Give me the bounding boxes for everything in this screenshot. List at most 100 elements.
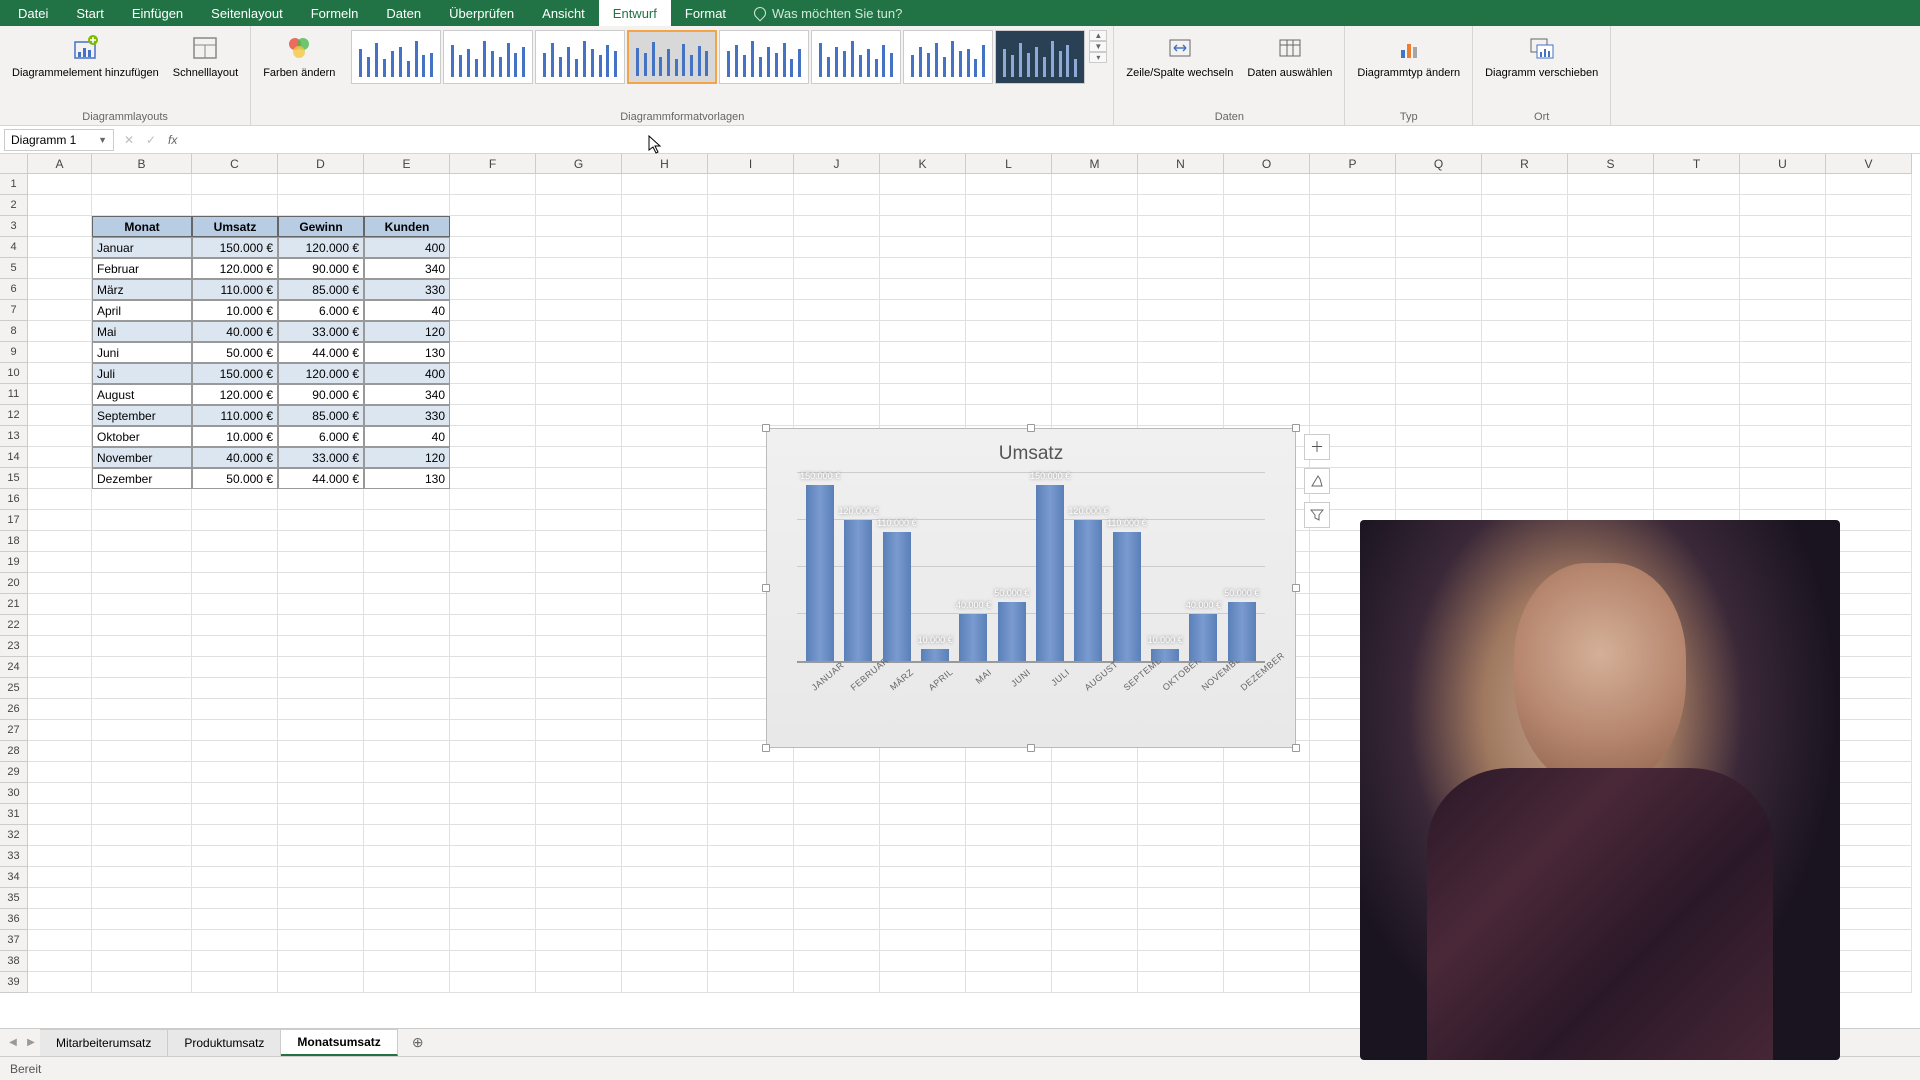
cell-M6[interactable]	[1052, 279, 1138, 300]
cell-D13[interactable]: 6.000 €	[278, 426, 364, 447]
cell-D12[interactable]: 85.000 €	[278, 405, 364, 426]
cell-H28[interactable]	[622, 741, 708, 762]
cell-J8[interactable]	[794, 321, 880, 342]
cell-C23[interactable]	[192, 636, 278, 657]
row-header-8[interactable]: 8	[0, 321, 28, 342]
cell-C3[interactable]: Umsatz	[192, 216, 278, 237]
cell-S5[interactable]	[1568, 258, 1654, 279]
cell-G35[interactable]	[536, 888, 622, 909]
chart-plot-area[interactable]: 150.000 €120.000 €110.000 €10.000 €40.00…	[797, 473, 1265, 663]
cell-F21[interactable]	[450, 594, 536, 615]
row-header-17[interactable]: 17	[0, 510, 28, 531]
cell-C2[interactable]	[192, 195, 278, 216]
cell-G26[interactable]	[536, 699, 622, 720]
cell-I7[interactable]	[708, 300, 794, 321]
cell-B26[interactable]	[92, 699, 192, 720]
cell-A18[interactable]	[28, 531, 92, 552]
cell-H30[interactable]	[622, 783, 708, 804]
cell-N1[interactable]	[1138, 174, 1224, 195]
cell-C30[interactable]	[192, 783, 278, 804]
cell-K9[interactable]	[880, 342, 966, 363]
cell-I6[interactable]	[708, 279, 794, 300]
cell-G33[interactable]	[536, 846, 622, 867]
style-scroll-down[interactable]: ▼	[1089, 41, 1107, 52]
sheet-tab-monatsumsatz[interactable]: Monatsumsatz	[281, 1029, 397, 1056]
cell-T15[interactable]	[1654, 468, 1740, 489]
cell-B32[interactable]	[92, 825, 192, 846]
cell-D17[interactable]	[278, 510, 364, 531]
cell-A14[interactable]	[28, 447, 92, 468]
cell-D23[interactable]	[278, 636, 364, 657]
column-header-C[interactable]: C	[192, 154, 278, 174]
cell-H13[interactable]	[622, 426, 708, 447]
cell-K32[interactable]	[880, 825, 966, 846]
cell-K33[interactable]	[880, 846, 966, 867]
cell-C22[interactable]	[192, 615, 278, 636]
cell-H33[interactable]	[622, 846, 708, 867]
cell-A26[interactable]	[28, 699, 92, 720]
row-header-6[interactable]: 6	[0, 279, 28, 300]
cell-N9[interactable]	[1138, 342, 1224, 363]
chart-bar[interactable]: 120.000 €	[1074, 520, 1102, 661]
cell-H8[interactable]	[622, 321, 708, 342]
cell-D27[interactable]	[278, 720, 364, 741]
cell-T3[interactable]	[1654, 216, 1740, 237]
cell-K34[interactable]	[880, 867, 966, 888]
cell-L36[interactable]	[966, 909, 1052, 930]
cell-G39[interactable]	[536, 972, 622, 993]
cell-L4[interactable]	[966, 237, 1052, 258]
cell-J11[interactable]	[794, 384, 880, 405]
ribbon-tab-daten[interactable]: Daten	[372, 0, 435, 26]
cell-S10[interactable]	[1568, 363, 1654, 384]
cell-H16[interactable]	[622, 489, 708, 510]
cell-Q1[interactable]	[1396, 174, 1482, 195]
cell-I36[interactable]	[708, 909, 794, 930]
cell-L12[interactable]	[966, 405, 1052, 426]
chart-bar[interactable]: 110.000 €	[883, 532, 911, 661]
column-header-D[interactable]: D	[278, 154, 364, 174]
cell-H31[interactable]	[622, 804, 708, 825]
cell-A1[interactable]	[28, 174, 92, 195]
chart-bar[interactable]: 40.000 €	[1189, 614, 1217, 661]
cell-E2[interactable]	[364, 195, 450, 216]
row-header-2[interactable]: 2	[0, 195, 28, 216]
resize-handle[interactable]	[762, 584, 770, 592]
cell-C39[interactable]	[192, 972, 278, 993]
cell-F1[interactable]	[450, 174, 536, 195]
cell-B36[interactable]	[92, 909, 192, 930]
cell-N2[interactable]	[1138, 195, 1224, 216]
cell-R7[interactable]	[1482, 300, 1568, 321]
row-header-39[interactable]: 39	[0, 972, 28, 993]
cell-E26[interactable]	[364, 699, 450, 720]
cell-K2[interactable]	[880, 195, 966, 216]
row-header-21[interactable]: 21	[0, 594, 28, 615]
ribbon-tab-entwurf[interactable]: Entwurf	[599, 0, 671, 26]
cell-D3[interactable]: Gewinn	[278, 216, 364, 237]
cell-A24[interactable]	[28, 657, 92, 678]
cell-I33[interactable]	[708, 846, 794, 867]
cell-B13[interactable]: Oktober	[92, 426, 192, 447]
cell-D34[interactable]	[278, 867, 364, 888]
cell-E27[interactable]	[364, 720, 450, 741]
cell-F20[interactable]	[450, 573, 536, 594]
cell-Q4[interactable]	[1396, 237, 1482, 258]
cell-B9[interactable]: Juni	[92, 342, 192, 363]
cell-F3[interactable]	[450, 216, 536, 237]
cell-T4[interactable]	[1654, 237, 1740, 258]
cell-T11[interactable]	[1654, 384, 1740, 405]
cell-H27[interactable]	[622, 720, 708, 741]
column-header-G[interactable]: G	[536, 154, 622, 174]
cell-I10[interactable]	[708, 363, 794, 384]
chart-style-4[interactable]	[627, 30, 717, 84]
row-header-20[interactable]: 20	[0, 573, 28, 594]
ribbon-tab-einfügen[interactable]: Einfügen	[118, 0, 197, 26]
cell-B17[interactable]	[92, 510, 192, 531]
cell-E37[interactable]	[364, 930, 450, 951]
cell-R14[interactable]	[1482, 447, 1568, 468]
cell-J3[interactable]	[794, 216, 880, 237]
cell-I11[interactable]	[708, 384, 794, 405]
row-header-25[interactable]: 25	[0, 678, 28, 699]
cell-C21[interactable]	[192, 594, 278, 615]
cell-C8[interactable]: 40.000 €	[192, 321, 278, 342]
cell-H12[interactable]	[622, 405, 708, 426]
